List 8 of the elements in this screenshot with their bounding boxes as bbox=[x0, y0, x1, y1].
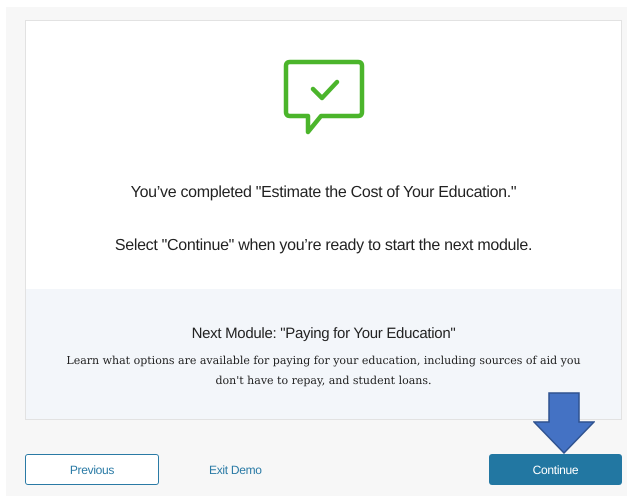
exit-demo-link[interactable]: Exit Demo bbox=[205, 458, 266, 480]
instruction-text: Select "Continue" when you’re ready to start the next module. bbox=[114, 237, 532, 255]
completion-message: You’ve completed "Estimate the Cost of Your Education." bbox=[130, 184, 516, 202]
next-module-title: Next Module: "Paying for Your Education" bbox=[192, 325, 456, 342]
continue-button[interactable]: Continue bbox=[489, 454, 622, 485]
previous-button[interactable]: Previous bbox=[25, 454, 159, 485]
next-module-description: Learn what options are available for paying for your education, including sources of aid you don't have to repay, and student loans. bbox=[65, 353, 582, 389]
down-arrow-icon bbox=[533, 392, 595, 454]
